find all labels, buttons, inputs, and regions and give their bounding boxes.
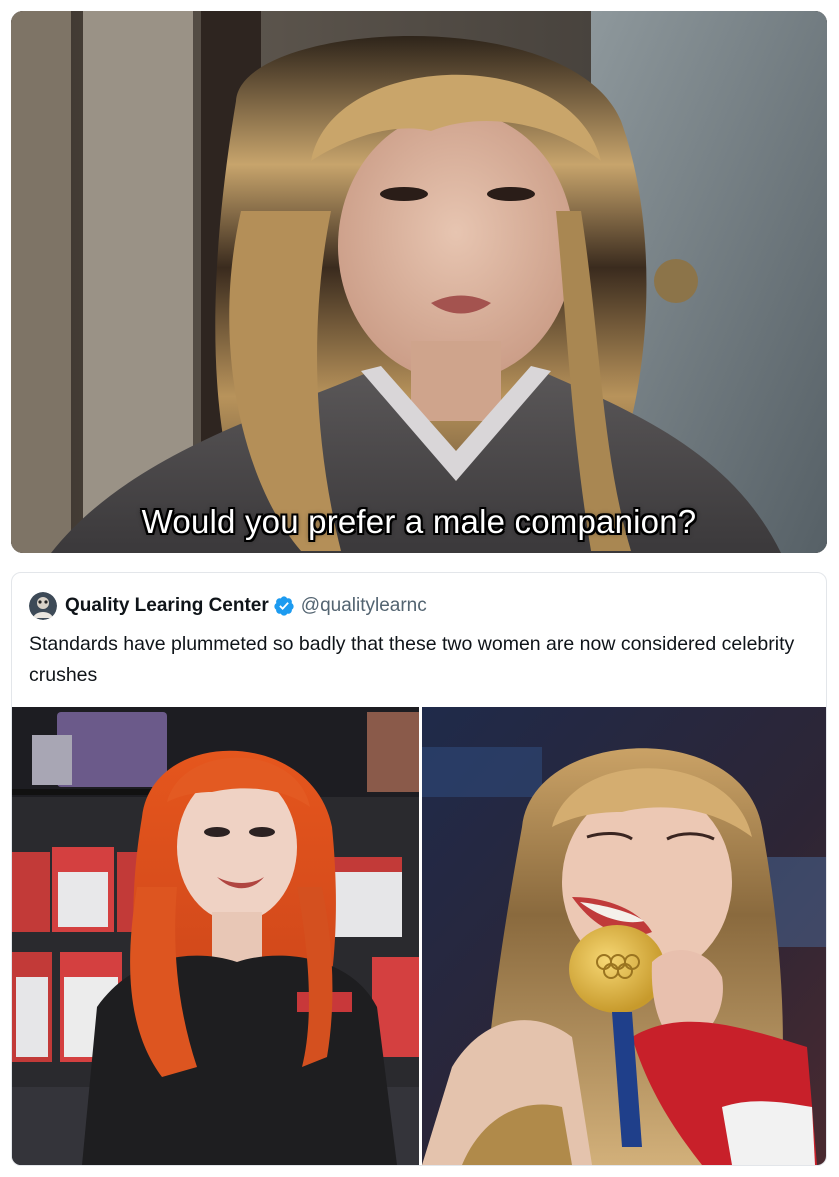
tweet-header: Quality Learing Center @qualitylearnc — [29, 591, 427, 621]
movie-subtitle: Would you prefer a male companion? — [141, 503, 697, 540]
avatar-icon — [29, 592, 57, 620]
user-avatar[interactable] — [29, 592, 57, 620]
tweet-card[interactable]: Quality Learing Center @qualitylearnc St… — [11, 572, 827, 1166]
tweet-media-grid — [12, 707, 826, 1165]
tweet-photo-left[interactable] — [12, 707, 419, 1165]
movie-still-illustration — [11, 11, 827, 553]
display-name[interactable]: Quality Learing Center — [65, 595, 269, 617]
movie-still-image: Would you prefer a male companion? — [11, 11, 827, 553]
verified-badge-icon — [274, 596, 294, 616]
tweet-text: Standards have plummeted so badly that t… — [29, 633, 795, 686]
photo-left-illustration — [12, 707, 419, 1165]
tweet-photo-right[interactable] — [422, 707, 826, 1165]
user-handle[interactable]: @qualitylearnc — [301, 595, 427, 617]
photo-right-illustration — [422, 707, 826, 1165]
